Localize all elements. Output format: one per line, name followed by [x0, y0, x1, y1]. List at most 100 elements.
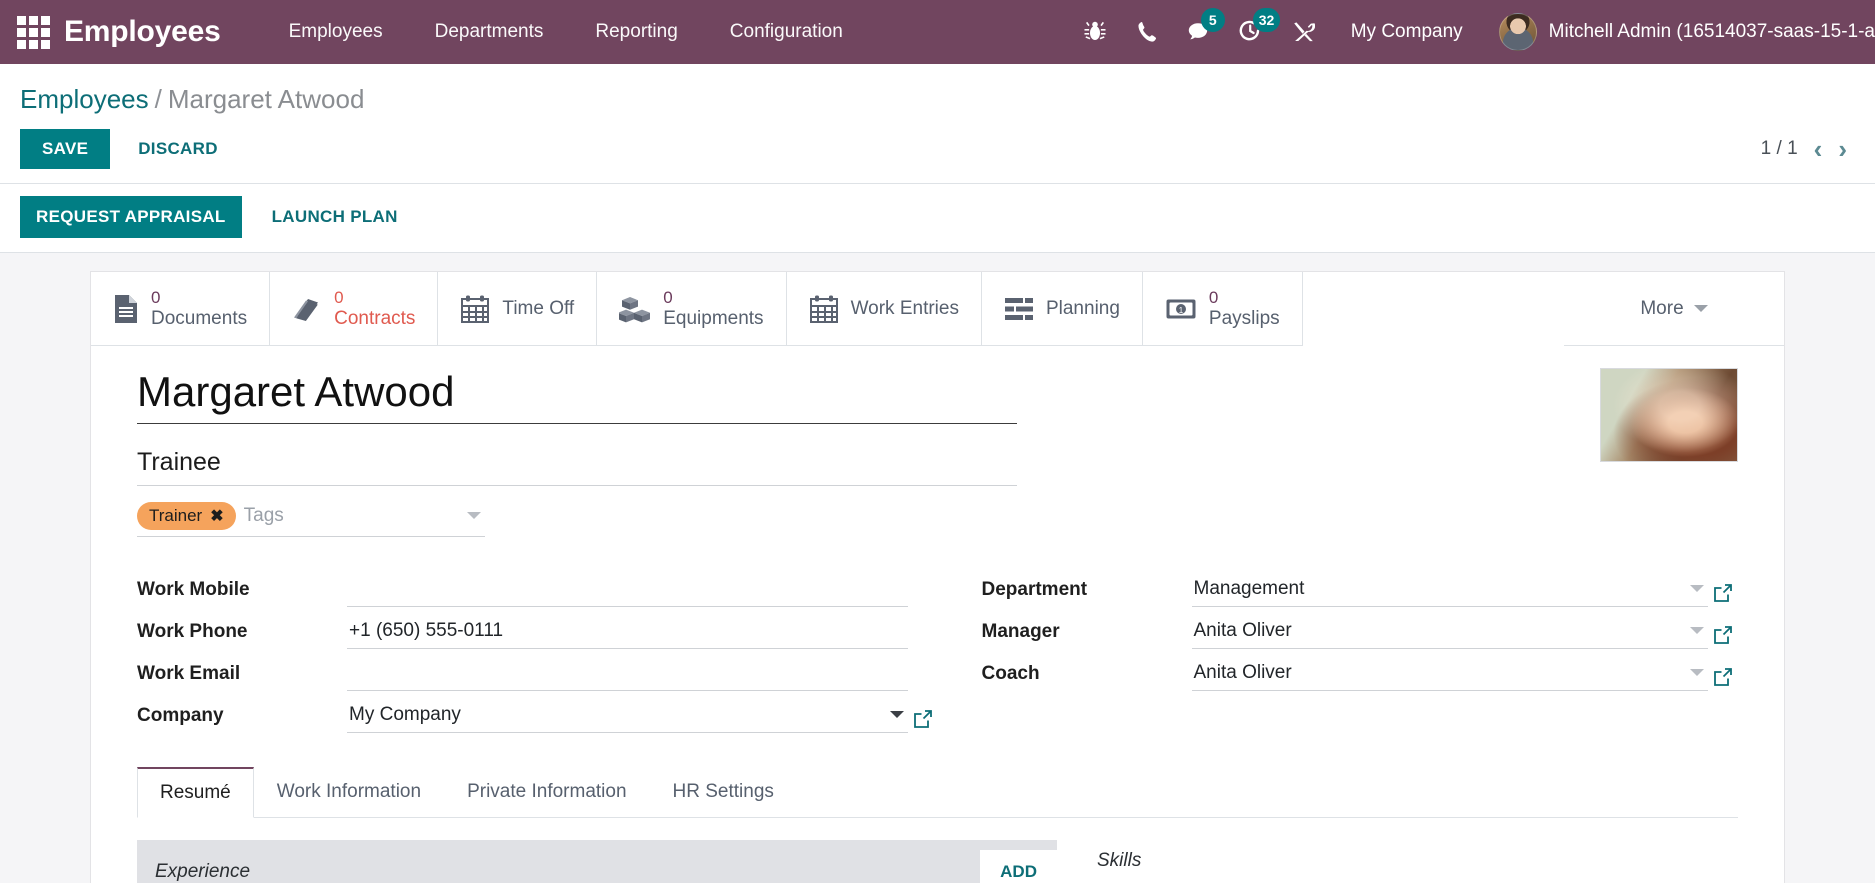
- department-input[interactable]: Management: [1191, 577, 1708, 607]
- main-menu: Employees Departments Reporting Configur…: [263, 1, 869, 63]
- employee-title-block: Trainer ✖ Tags: [137, 366, 1017, 537]
- contracts-count: 0: [334, 288, 344, 307]
- close-icon[interactable]: ✖: [210, 506, 223, 526]
- chevron-down-icon[interactable]: [1690, 669, 1704, 677]
- smart-button-contracts[interactable]: 0 Contracts: [270, 272, 439, 347]
- tags-placeholder: Tags: [243, 504, 284, 526]
- form-view-background: 0 Documents 0 Contracts Time Off 0 Equip…: [0, 253, 1875, 883]
- tools-icon[interactable]: [1277, 0, 1329, 64]
- work-phone-input[interactable]: +1 (650) 555-0111: [347, 620, 908, 649]
- contracts-label: Contracts: [334, 307, 416, 329]
- smart-button-work-entries[interactable]: Work Entries: [786, 272, 982, 347]
- tab-hr-settings[interactable]: HR Settings: [650, 767, 797, 818]
- chevron-down-icon[interactable]: [467, 512, 481, 520]
- field-work-email: Work Email: [137, 649, 938, 691]
- tags-field[interactable]: Trainer ✖ Tags: [137, 501, 485, 537]
- user-name-label: Mitchell Admin (16514037-saas-15-1-a: [1548, 21, 1875, 42]
- launch-plan-button[interactable]: LAUNCH PLAN: [254, 196, 416, 238]
- employee-name-input[interactable]: [137, 366, 1017, 424]
- menu-item-configuration[interactable]: Configuration: [704, 1, 869, 63]
- app-brand-employees[interactable]: Employees: [64, 15, 221, 49]
- manager-internal-link-icon[interactable]: [1708, 625, 1738, 649]
- left-field-column: Work Mobile Work Phone +1 (650) 555-0111…: [137, 565, 938, 733]
- experience-header: Experience ADD: [137, 839, 1057, 883]
- employee-photo[interactable]: [1600, 368, 1738, 463]
- bug-icon[interactable]: [1069, 0, 1121, 64]
- messages-badge: 5: [1200, 8, 1225, 32]
- coach-label: Coach: [981, 662, 1040, 684]
- tab-private-information[interactable]: Private Information: [444, 767, 649, 818]
- planning-bars-icon: [1004, 297, 1034, 321]
- coach-internal-link-icon[interactable]: [1708, 667, 1738, 691]
- company-input[interactable]: My Company: [347, 704, 908, 733]
- record-pager: 1 / 1 ‹ ›: [1761, 136, 1855, 162]
- activities-clock-icon[interactable]: 32: [1225, 0, 1281, 64]
- tab-work-information[interactable]: Work Information: [254, 767, 444, 818]
- field-columns: Work Mobile Work Phone +1 (650) 555-0111…: [137, 565, 1738, 733]
- equipments-label: Equipments: [663, 307, 764, 329]
- chevron-down-icon[interactable]: [1690, 627, 1704, 635]
- work-phone-value: +1 (650) 555-0111: [349, 619, 504, 641]
- coach-value: Anita Oliver: [1193, 661, 1292, 683]
- notebook-tabs: Resumé Work Information Private Informat…: [137, 766, 1738, 818]
- avatar: [1498, 13, 1537, 51]
- work-email-label: Work Email: [137, 662, 241, 684]
- control-panel: Employees / Margaret Atwood SAVE DISCARD 1…: [0, 64, 1875, 184]
- save-button[interactable]: SAVE: [20, 129, 111, 169]
- experience-title: Experience: [155, 860, 251, 882]
- manager-value: Anita Oliver: [1193, 619, 1292, 641]
- notebook-page-resume: Experience ADD Skills: [137, 818, 1738, 883]
- phone-icon[interactable]: [1121, 0, 1173, 64]
- payslips-label: Payslips: [1208, 307, 1280, 329]
- smart-button-planning[interactable]: Planning: [981, 272, 1143, 347]
- smart-button-equipments[interactable]: 0 Equipments: [597, 272, 787, 347]
- menu-item-reporting[interactable]: Reporting: [569, 1, 703, 63]
- calendar-icon: [460, 294, 490, 324]
- work-mobile-input[interactable]: [347, 579, 908, 607]
- pager-next-button[interactable]: ›: [1838, 136, 1847, 162]
- smart-button-time-off[interactable]: Time Off: [438, 272, 598, 347]
- coach-input[interactable]: Anita Oliver: [1191, 661, 1708, 691]
- more-smart-buttons-dropdown[interactable]: More: [1564, 272, 1784, 347]
- field-work-phone: Work Phone +1 (650) 555-0111: [137, 607, 938, 649]
- pager-previous-button[interactable]: ‹: [1814, 136, 1823, 162]
- top-navbar: Employees Employees Departments Reportin…: [0, 0, 1875, 64]
- messages-icon[interactable]: 5: [1173, 0, 1225, 64]
- breadcrumb: Employees / Margaret Atwood: [20, 78, 1855, 129]
- manager-input[interactable]: Anita Oliver: [1191, 619, 1708, 649]
- user-menu[interactable]: Mitchell Admin (16514037-saas-15-1-a: [1485, 13, 1875, 51]
- company-switcher[interactable]: My Company: [1329, 21, 1485, 43]
- field-department: Department Management: [982, 565, 1739, 607]
- work-mobile-label: Work Mobile: [137, 578, 250, 600]
- menu-item-employees[interactable]: Employees: [263, 1, 409, 63]
- employee-form-sheet: 0 Documents 0 Contracts Time Off 0 Equip…: [90, 271, 1785, 883]
- skills-panel: Skills: [1097, 840, 1141, 883]
- control-panel-buttons: SAVE DISCARD 1 / 1 ‹ ›: [20, 129, 1855, 183]
- field-coach: Coach Anita Oliver: [982, 649, 1739, 691]
- job-title-input[interactable]: [137, 441, 1017, 486]
- request-appraisal-button[interactable]: REQUEST APPRAISAL: [20, 196, 242, 238]
- company-label: Company: [137, 704, 224, 726]
- apps-grid-icon[interactable]: [10, 9, 56, 55]
- pager-count: 1 / 1: [1760, 138, 1798, 159]
- chevron-down-icon[interactable]: [889, 711, 904, 719]
- company-internal-link-icon[interactable]: [908, 709, 938, 733]
- menu-item-departments[interactable]: Departments: [409, 1, 570, 63]
- tab-resume[interactable]: Resumé: [137, 766, 254, 818]
- equipment-boxes-icon: [619, 295, 651, 323]
- department-value: Management: [1193, 577, 1305, 599]
- breadcrumb-employees[interactable]: Employees: [20, 84, 149, 114]
- smart-button-documents[interactable]: 0 Documents: [91, 272, 271, 347]
- document-icon: [113, 294, 139, 324]
- add-experience-button[interactable]: ADD: [980, 849, 1057, 883]
- work-email-input[interactable]: [347, 663, 908, 691]
- department-internal-link-icon[interactable]: [1708, 583, 1738, 607]
- tag-trainer[interactable]: Trainer ✖: [137, 501, 236, 530]
- right-field-column: Department Management Manager Anita Oliv…: [938, 565, 1739, 733]
- time-off-label: Time Off: [502, 297, 575, 319]
- chevron-down-icon[interactable]: [1690, 585, 1704, 593]
- discard-button[interactable]: DISCARD: [118, 129, 238, 169]
- navbar-systray: 5 32 My Company Mitchell Admin (16514037…: [1069, 0, 1875, 64]
- field-manager: Manager Anita Oliver: [982, 607, 1739, 649]
- smart-button-payslips[interactable]: 1 0 Payslips: [1142, 272, 1303, 347]
